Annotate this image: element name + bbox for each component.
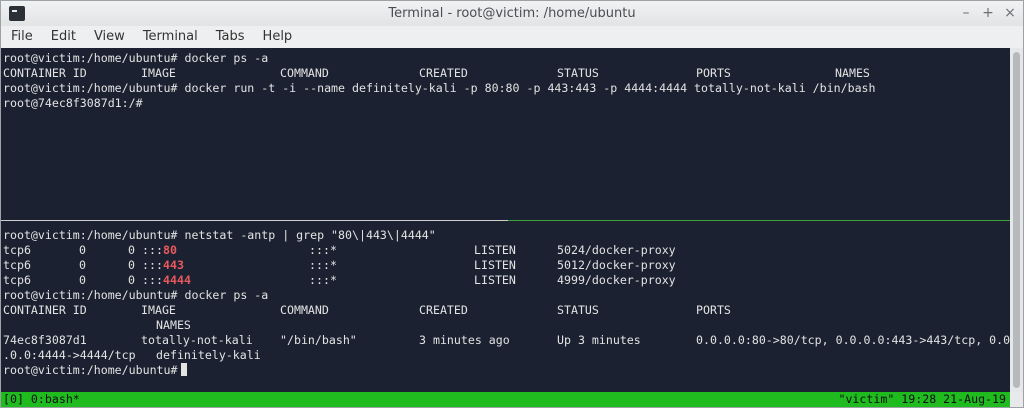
terminal-area[interactable]: root@victim:/home/ubuntu# docker ps -a C… [1,48,1010,392]
pane-divider-active[interactable] [508,220,1010,221]
netstat-row: tcp6 0 0 ::: 4444 :::* LISTEN 4999/docke… [3,273,676,288]
docker-ps-header: CONTAINER ID IMAGE COMMAND CREATED STATU… [3,303,731,318]
menu-edit[interactable]: Edit [41,26,84,48]
netstat-port: 80 [163,243,177,257]
header-created: CREATED [419,303,468,317]
netstat-foreign: :::* [309,243,337,257]
netstat-program: 5024/docker-proxy [557,243,676,257]
menu-view[interactable]: View [84,26,133,48]
netstat-recv-q: 0 [79,243,86,257]
netstat-proto: tcp6 [3,258,31,272]
netstat-recv-q: 0 [79,258,86,272]
header-ports: PORTS [696,66,731,80]
container-name: definitely-kali [156,348,261,362]
header-status: STATUS [557,303,599,317]
maximize-icon[interactable]: + [981,1,995,26]
command-line: root@victim:/home/ubuntu# netstat -antp … [3,228,436,242]
minimize-icon[interactable]: – [959,1,973,26]
tmux-pane-top[interactable]: root@victim:/home/ubuntu# docker ps -a C… [3,51,876,111]
netstat-local-prefix: ::: [142,273,163,287]
scrollbar-thumb[interactable] [1013,52,1020,388]
netstat-foreign: :::* [309,273,337,287]
window-controls: – + × [959,1,1017,26]
title-bar[interactable]: Terminal - root@victim: /home/ubuntu – +… [1,1,1023,26]
netstat-foreign: :::* [309,258,337,272]
pane-divider[interactable] [1,220,508,221]
menu-file[interactable]: File [1,26,41,48]
current-prompt[interactable]: root@victim:/home/ubuntu# [3,363,436,378]
netstat-program: 5012/docker-proxy [557,258,676,272]
docker-ps-row: 74ec8f3087d1 totally-not-kali "/bin/bash… [3,333,1010,348]
tmux-status-right: "victim" 19:28 21-Aug-19 [838,392,1006,406]
terminal-icon [9,6,25,21]
container-created: 3 minutes ago [419,333,510,347]
netstat-row: tcp6 0 0 ::: 80 :::* LISTEN 5024/docker-… [3,243,676,258]
netstat-port: 443 [163,258,184,272]
command-line: root@victim:/home/ubuntu# docker ps -a [3,51,269,65]
container-command: "/bin/bash" [280,333,357,347]
docker-ps-row-wrap: .0.0:4444->4444/tcp definitely-kali [3,348,436,363]
header-created: CREATED [419,66,468,80]
header-command: COMMAND [280,66,329,80]
container-id: 74ec8f3087d1 [3,333,87,347]
header-container-id: CONTAINER ID [3,66,87,80]
netstat-local-prefix: ::: [142,243,163,257]
netstat-send-q: 0 [128,273,135,287]
menu-bar: File Edit View Terminal Tabs Help [1,26,1023,48]
netstat-state: LISTEN [474,258,516,272]
netstat-send-q: 0 [128,243,135,257]
docker-ps-header-wrap: NAMES [3,318,436,333]
menu-help[interactable]: Help [253,26,301,48]
tmux-pane-bottom[interactable]: root@victim:/home/ubuntu# netstat -antp … [3,228,1010,378]
netstat-port: 4444 [163,273,191,287]
terminal-window: Terminal - root@victim: /home/ubuntu – +… [0,0,1024,408]
container-image: totally-not-kali [141,333,253,347]
netstat-send-q: 0 [128,258,135,272]
docker-ps-header: CONTAINER ID IMAGE COMMAND CREATED STATU… [3,66,876,81]
container-status: Up 3 minutes [557,333,641,347]
menu-tabs[interactable]: Tabs [206,26,253,48]
container-ports-wrap: .0.0:4444->4444/tcp [3,348,136,362]
tmux-status-bar: [0] 0:bash* "victim" 19:28 21-Aug-19 [1,392,1010,407]
header-image: IMAGE [141,303,176,317]
menu-terminal[interactable]: Terminal [133,26,206,48]
netstat-row: tcp6 0 0 ::: 443 :::* LISTEN 5012/docker… [3,258,676,273]
netstat-proto: tcp6 [3,243,31,257]
container-ports: 0.0.0.0:80->80/tcp, 0.0.0.0:443->443/tcp… [696,333,1010,347]
netstat-state: LISTEN [474,243,516,257]
header-command: COMMAND [280,303,329,317]
header-container-id: CONTAINER ID [3,303,87,317]
close-icon[interactable]: × [1003,1,1017,26]
netstat-proto: tcp6 [3,273,31,287]
header-ports: PORTS [696,303,731,317]
header-image: IMAGE [141,66,176,80]
scrollbar[interactable] [1010,48,1023,392]
netstat-recv-q: 0 [79,273,86,287]
netstat-program: 4999/docker-proxy [557,273,676,287]
header-names: NAMES [156,318,191,332]
container-prompt: root@74ec8f3087d1:/# [3,96,143,110]
command-line: root@victim:/home/ubuntu# docker run -t … [3,81,876,95]
command-line: root@victim:/home/ubuntu# docker ps -a [3,288,269,302]
text-cursor [180,363,187,376]
window-title: Terminal - root@victim: /home/ubuntu [388,6,636,21]
header-names: NAMES [835,66,870,80]
netstat-local-prefix: ::: [142,258,163,272]
tmux-window-list[interactable]: [0] 0:bash* [3,392,80,407]
netstat-state: LISTEN [474,273,516,287]
header-status: STATUS [557,66,599,80]
prompt-text: root@victim:/home/ubuntu# [3,363,178,377]
